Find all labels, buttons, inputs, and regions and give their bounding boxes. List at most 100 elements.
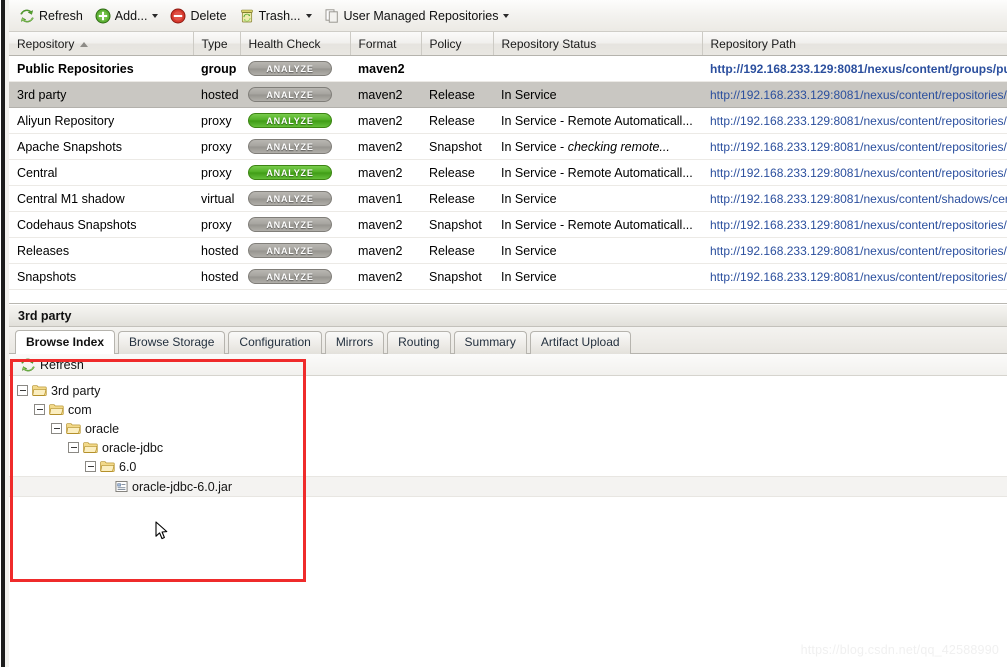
column-header-type[interactable]: Type — [193, 32, 241, 56]
cell-repository-path: http://192.168.233.129:8081/nexus/conten… — [702, 263, 1007, 290]
refresh-icon — [19, 8, 35, 24]
repository-path-link[interactable]: http://192.168.233.129:8081/nexus/conten… — [710, 166, 1007, 180]
cell-repository: Aliyun Repository — [9, 107, 193, 134]
tree-collapse-toggle-icon[interactable] — [34, 404, 45, 415]
repository-path-link[interactable]: http://192.168.233.129:8081/nexus/conten… — [710, 218, 1007, 232]
tab-browse-index[interactable]: Browse Index — [15, 330, 116, 354]
cell-format: maven2 — [350, 159, 421, 186]
cell-repository-path: http://192.168.233.129:8081/nexus/conten… — [702, 159, 1007, 186]
tab-routing[interactable]: Routing — [387, 331, 451, 354]
copy-pages-icon — [324, 8, 340, 24]
analyze-button[interactable]: ANALYZE — [248, 87, 332, 102]
detail-panel-title: 3rd party — [9, 305, 1007, 327]
cell-health-check: ANALYZE — [240, 159, 350, 186]
add-button[interactable]: Add... — [90, 5, 164, 27]
analyze-button[interactable]: ANALYZE — [248, 191, 332, 206]
repository-path-link[interactable]: http://192.168.233.129:8081/nexus/conten… — [710, 140, 1007, 154]
tree-collapse-toggle-icon[interactable] — [17, 385, 28, 396]
cell-repository-status: In Service - checking remote... — [493, 133, 702, 160]
repository-path-link[interactable]: http://192.168.233.129:8081/nexus/conten… — [710, 114, 1007, 128]
trash-button[interactable]: Trash... — [234, 5, 317, 27]
table-row[interactable]: Snapshots hosted ANALYZE maven2 Snapshot In S… — [9, 263, 1007, 290]
tree-node[interactable]: oracle-jdbc — [9, 438, 1007, 457]
cell-health-check: ANALYZE — [240, 211, 350, 238]
table-row[interactable]: Aliyun Repository proxy ANALYZE maven2 Relea… — [9, 107, 1007, 134]
column-header-repository-label: Repository — [17, 36, 75, 51]
refresh-button[interactable]: Refresh — [14, 5, 88, 27]
table-row[interactable]: Releases hosted ANALYZE maven2 Release In Ser… — [9, 237, 1007, 264]
cell-policy: Release — [421, 81, 493, 108]
tree-refresh-button[interactable]: Refresh — [16, 354, 88, 376]
cell-type: proxy — [193, 159, 240, 186]
cell-type: proxy — [193, 133, 240, 160]
grid-header-row: Repository Type Health Check Format Poli… — [9, 32, 1007, 56]
column-header-repository[interactable]: Repository — [9, 32, 194, 56]
tree-collapse-toggle-icon[interactable] — [68, 442, 79, 453]
cell-health-check: ANALYZE — [240, 107, 350, 134]
trash-button-label: Trash... — [258, 8, 301, 23]
cell-type: hosted — [193, 263, 240, 290]
table-row[interactable]: 3rd party hosted ANALYZE maven2 Release In Se… — [9, 81, 1007, 108]
cell-format: maven1 — [350, 185, 421, 212]
tree-collapse-toggle-icon[interactable] — [85, 461, 96, 472]
repository-path-link[interactable]: http://192.168.233.129:8081/nexus/conten… — [710, 270, 1007, 284]
table-row[interactable]: Central proxy ANALYZE maven2 Release In Servi… — [9, 159, 1007, 186]
table-row[interactable]: Codehaus Snapshots proxy ANALYZE maven2 Snap… — [9, 211, 1007, 238]
column-header-health-check-label: Health Check — [248, 36, 321, 51]
cell-repository-status: In Service — [493, 185, 702, 212]
cell-health-check: ANALYZE — [240, 55, 350, 82]
delete-button[interactable]: Delete — [165, 5, 231, 27]
folder-icon — [100, 460, 115, 473]
cell-format: maven2 — [350, 55, 421, 82]
cell-repository: Central M1 shadow — [9, 185, 193, 212]
column-header-format[interactable]: Format — [350, 32, 422, 56]
cell-type: proxy — [193, 211, 240, 238]
analyze-button[interactable]: ANALYZE — [248, 113, 332, 128]
repository-path-link[interactable]: http://192.168.233.129:8081/nexus/conten… — [710, 244, 1007, 258]
cell-policy: Release — [421, 107, 493, 134]
cell-repository: Codehaus Snapshots — [9, 211, 193, 238]
analyze-button[interactable]: ANALYZE — [248, 217, 332, 232]
tab-browse-storage[interactable]: Browse Storage — [118, 331, 226, 354]
cell-health-check: ANALYZE — [240, 81, 350, 108]
repository-path-link[interactable]: http://192.168.233.129:8081/nexus/conten… — [710, 62, 1007, 76]
cell-repository-status: In Service — [493, 237, 702, 264]
analyze-button[interactable]: ANALYZE — [248, 139, 332, 154]
table-row[interactable]: Apache Snapshots proxy ANALYZE maven2 Snapsh… — [9, 133, 1007, 160]
repository-path-link[interactable]: http://192.168.233.129:8081/nexus/conten… — [710, 88, 1007, 102]
tab-summary[interactable]: Summary — [453, 331, 527, 354]
folder-icon — [32, 384, 47, 397]
tree-node[interactable]: com — [9, 400, 1007, 419]
cell-repository-status: In Service - Remote Automaticall... — [493, 159, 702, 186]
analyze-button[interactable]: ANALYZE — [248, 269, 332, 284]
tree-collapse-toggle-icon[interactable] — [51, 423, 62, 434]
cell-policy: Release — [421, 237, 493, 264]
analyze-button[interactable]: ANALYZE — [248, 243, 332, 258]
user-managed-repositories-label: User Managed Repositories — [343, 8, 499, 23]
tab-label: Configuration — [239, 335, 311, 349]
tab-artifact-upload[interactable]: Artifact Upload — [529, 331, 631, 354]
repository-path-link[interactable]: http://192.168.233.129:8081/nexus/conten… — [710, 192, 1007, 206]
column-header-health-check[interactable]: Health Check — [240, 32, 351, 56]
tree-node[interactable]: 3rd party — [9, 381, 1007, 400]
tree-node[interactable]: 6.0 — [9, 457, 1007, 476]
analyze-button[interactable]: ANALYZE — [248, 61, 332, 76]
user-managed-repositories-button[interactable]: User Managed Repositories — [319, 5, 515, 27]
column-header-policy[interactable]: Policy — [421, 32, 494, 56]
tab-configuration[interactable]: Configuration — [228, 331, 322, 354]
cell-repository-status: In Service - Remote Automaticall... — [493, 107, 702, 134]
table-row[interactable]: Public Repositories group ANALYZE maven2 htt… — [9, 55, 1007, 82]
cell-repository-path: http://192.168.233.129:8081/nexus/conten… — [702, 81, 1007, 108]
jar-file-icon — [115, 480, 128, 493]
analyze-button[interactable]: ANALYZE — [248, 165, 332, 180]
tab-label: Artifact Upload — [540, 335, 620, 349]
table-row[interactable]: Central M1 shadow virtual ANALYZE maven1 Rel… — [9, 185, 1007, 212]
column-header-repository-path[interactable]: Repository Path — [702, 32, 1007, 56]
column-header-repository-status[interactable]: Repository Status — [493, 32, 703, 56]
tab-label: Routing — [398, 335, 440, 349]
tree-node[interactable]: oracle-jdbc-6.0.jar — [9, 476, 1007, 497]
tree-node[interactable]: oracle — [9, 419, 1007, 438]
cell-policy: Release — [421, 185, 493, 212]
cell-repository-status — [493, 55, 702, 82]
tab-mirrors[interactable]: Mirrors — [324, 331, 385, 354]
